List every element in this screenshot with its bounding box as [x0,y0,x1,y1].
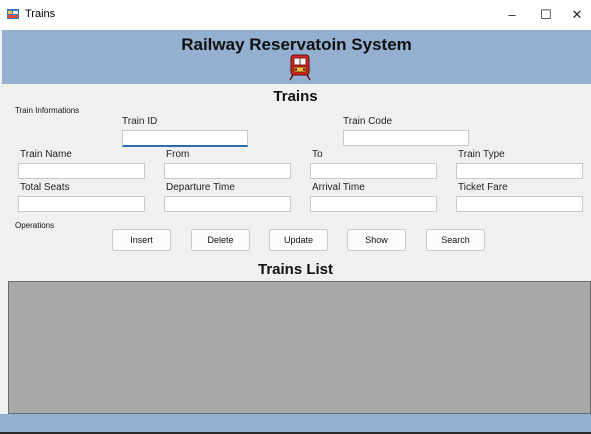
arrival-time-input[interactable] [310,196,437,212]
total-seats-label: Total Seats [20,182,70,193]
to-label: To [312,149,323,160]
train-info-group-label: Train Informations [15,106,80,115]
from-input[interactable] [164,163,291,179]
train-name-input[interactable] [18,163,145,179]
status-bar [0,414,591,432]
update-button[interactable]: Update [269,229,328,251]
search-button[interactable]: Search [426,229,485,251]
ticket-fare-input[interactable] [456,196,583,212]
show-button[interactable]: Show [347,229,406,251]
main-window: Trains – ☐ ✕ Railway Reservatoin System … [0,0,591,432]
maximize-button[interactable]: ☐ [529,0,563,30]
section-title: Trains [273,88,318,105]
train-icon [289,54,311,81]
delete-button[interactable]: Delete [191,229,250,251]
close-button[interactable]: ✕ [563,0,591,30]
ticket-fare-label: Ticket Fare [458,182,508,193]
trains-list-title: Trains List [257,261,334,278]
window-title: Trains [25,8,56,20]
title-bar: Trains – ☐ ✕ [0,0,591,31]
minimize-button[interactable]: – [495,0,529,30]
departure-time-label: Departure Time [166,182,235,193]
operations-group-label: Operations [15,221,55,230]
train-code-label: Train Code [343,116,393,127]
app-icon [7,9,19,19]
train-id-input[interactable] [122,130,248,147]
trains-data-grid[interactable] [8,281,591,414]
departure-time-input[interactable] [164,196,291,212]
total-seats-input[interactable] [18,196,145,212]
to-input[interactable] [310,163,437,179]
insert-button[interactable]: Insert [112,229,171,251]
train-type-label: Train Type [458,149,505,160]
train-name-label: Train Name [20,149,72,160]
train-type-input[interactable] [456,163,583,179]
app-header-title: Railway Reservatoin System [181,35,412,54]
train-id-label: Train ID [122,116,158,127]
from-label: From [166,149,190,160]
train-code-input[interactable] [343,130,469,146]
arrival-time-label: Arrival Time [312,182,365,193]
